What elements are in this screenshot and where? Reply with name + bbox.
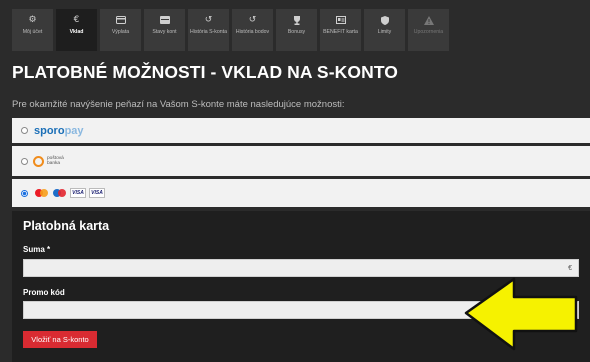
tab-vyplata[interactable]: Výplata xyxy=(100,9,141,51)
maestro-icon xyxy=(52,188,67,198)
card-logos: VISA VISA xyxy=(34,188,105,198)
id-card-icon xyxy=(335,15,346,25)
gear-icon: ⚙ xyxy=(28,15,37,25)
tab-label: Upozornenia xyxy=(413,29,444,35)
tab-label: Limity xyxy=(377,29,392,35)
sporopay-logo-a: sporo xyxy=(34,124,65,137)
tab-label: Bonusy xyxy=(287,29,306,35)
tab-label: Môj účet xyxy=(22,29,43,35)
mastercard-icon xyxy=(34,188,49,198)
tab-historia-s-konta[interactable]: ↺ História S-konta xyxy=(188,9,229,51)
radio-sporopay[interactable] xyxy=(21,127,28,134)
intro-text: Pre okamžité navýšenie peňazí na Vašom S… xyxy=(12,99,345,110)
tab-benefit-karta[interactable]: BENEFIT karta xyxy=(320,9,361,51)
postova-banka-logo: poštová banka xyxy=(33,155,71,167)
visa-electron-icon: VISA xyxy=(89,188,105,198)
panel-title: Platobná karta xyxy=(23,219,110,233)
currency-symbol: € xyxy=(568,264,572,272)
tab-label: Vklad xyxy=(69,29,84,35)
tab-bonusy[interactable]: Bonusy xyxy=(276,9,317,51)
tab-label: História bodov xyxy=(235,29,270,35)
tab-historia-bodov[interactable]: ↺ História bodov xyxy=(232,9,273,51)
promo-code-label: Promo kód xyxy=(23,288,65,297)
radio-postova-banka[interactable] xyxy=(21,157,28,165)
payment-option-postova-banka[interactable]: poštová banka xyxy=(12,146,590,176)
trophy-icon xyxy=(292,15,302,25)
tab-label: BENEFIT karta xyxy=(323,29,358,35)
payment-option-sporopay[interactable]: sporopay xyxy=(12,118,590,143)
radio-card[interactable] xyxy=(21,189,28,197)
tab-label: História S-konta xyxy=(190,29,227,35)
sporopay-logo: sporopay xyxy=(34,125,84,137)
postova-logo-text: poštová banka xyxy=(47,156,64,166)
account-tabs: ⚙ Môj účet € Vklad Výplata Stavy kont ↺ … xyxy=(12,9,449,51)
deposit-button[interactable]: Vložiť na S-konto xyxy=(23,331,97,348)
sporopay-logo-b: pay xyxy=(64,124,84,137)
tab-moj-ucet[interactable]: ⚙ Môj účet xyxy=(12,9,53,51)
tab-label: Stavy kont xyxy=(152,29,177,35)
amount-input[interactable]: € xyxy=(23,259,579,277)
shield-icon xyxy=(380,15,390,25)
history-icon: ↺ xyxy=(204,15,213,25)
payment-option-card[interactable]: VISA VISA xyxy=(12,179,590,207)
visa-icon: VISA xyxy=(70,188,86,198)
euro-icon: € xyxy=(73,15,80,25)
page-title: PLATOBNÉ MOŽNOSTI - VKLAD NA S-KONTO xyxy=(12,62,399,82)
warning-icon xyxy=(423,15,434,25)
history-icon: ↺ xyxy=(248,15,257,25)
tab-limity[interactable]: Limity xyxy=(364,9,405,51)
tab-vklad[interactable]: € Vklad xyxy=(56,9,97,51)
postova-logo-ring xyxy=(33,155,44,167)
tab-upozornenia[interactable]: Upozornenia xyxy=(408,9,449,51)
tab-stavy-kont[interactable]: Stavy kont xyxy=(144,9,185,51)
balance-icon xyxy=(159,15,170,25)
tab-label: Výplata xyxy=(111,29,130,35)
card-icon xyxy=(115,15,126,25)
yellow-arrow-icon xyxy=(464,277,578,351)
amount-label: Suma * xyxy=(23,245,51,254)
